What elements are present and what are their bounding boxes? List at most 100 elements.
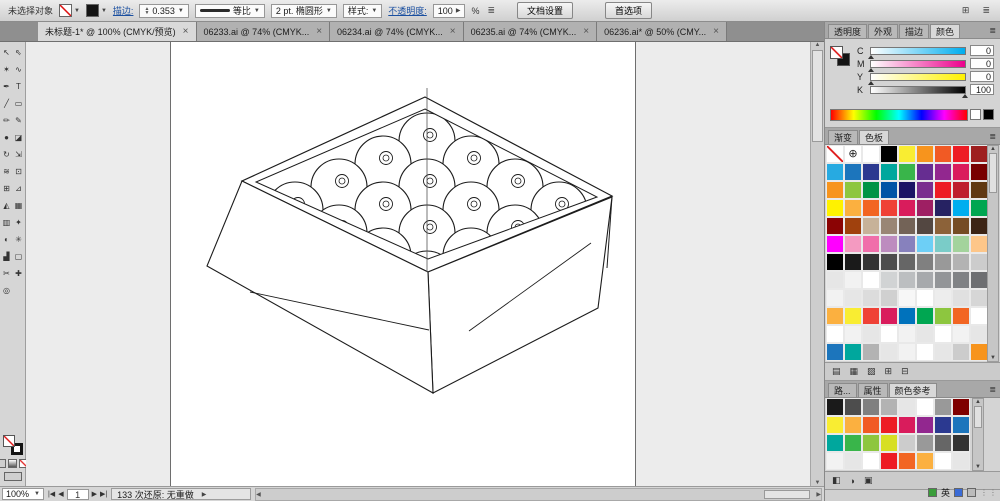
fill-chip[interactable] [3,435,15,447]
fill-stroke-chips[interactable] [3,435,23,455]
swatch[interactable] [898,145,916,163]
swatch[interactable] [826,163,844,181]
color-guide-swatch[interactable] [952,416,970,434]
color-guide-swatch[interactable] [844,452,862,470]
panel-menu-icon[interactable]: ≣ [989,132,996,141]
stroke-panel-link[interactable]: 描边: [113,4,134,17]
swatch[interactable] [862,217,880,235]
swatch[interactable] [898,307,916,325]
swatch[interactable] [970,307,988,325]
swatch[interactable] [826,289,844,307]
gradient-mode-icon[interactable] [8,459,17,468]
stroke-weight-field[interactable]: ▲▼ 0.353 ▼ [139,4,188,18]
swatch[interactable] [880,271,898,289]
swatch[interactable] [826,145,844,163]
panel-menu-icon[interactable]: ≣ [989,26,996,35]
swatch[interactable] [862,325,880,343]
channel-value-field[interactable]: 0 [970,45,994,56]
swatch[interactable] [880,235,898,253]
swatch[interactable] [826,343,844,361]
blob-brush-tool[interactable]: ● [1,129,13,146]
vertical-scrollbar[interactable]: ▲ ▼ [810,42,824,486]
swatch[interactable] [880,145,898,163]
color-guide-swatch[interactable] [844,416,862,434]
shape-builder-tool[interactable]: ⊞ [1,180,13,197]
pencil-tool[interactable]: ✎ [13,112,25,129]
ime-bar[interactable]: 英 ⋮⋮ [928,486,998,499]
preferences-button[interactable]: 首选项 [605,2,652,19]
document-tab[interactable]: 06236.ai* @ 50% (CMY...× [597,22,727,41]
swatch[interactable] [934,217,952,235]
swatch[interactable] [862,289,880,307]
swatch[interactable] [826,325,844,343]
stroke-color-dropdown[interactable]: ▼ [86,4,107,17]
swatch[interactable] [916,271,934,289]
select-similar-icon[interactable]: ≣ [485,5,497,16]
perspective-selection-tool[interactable]: ◭ [1,197,13,214]
swatch[interactable] [880,181,898,199]
swatch[interactable] [916,325,934,343]
swatch[interactable] [934,307,952,325]
next-artboard-button[interactable]: ▶ [92,490,97,498]
color-guide-swatch[interactable] [880,452,898,470]
swatch[interactable] [952,325,970,343]
swatch[interactable] [862,307,880,325]
color-guide-swatch[interactable] [880,398,898,416]
symbol-sprayer-tool[interactable]: ✳ [13,231,25,248]
swatch[interactable] [880,289,898,307]
panel-tab[interactable]: 属性 [858,383,888,397]
swatch[interactable] [844,307,862,325]
eraser-tool[interactable]: ◪ [13,129,25,146]
document-tab[interactable]: 未标题-1* @ 100% (CMYK/预览)× [38,22,197,41]
color-guide-swatch[interactable] [844,398,862,416]
swatch[interactable] [916,163,934,181]
ime-keyboard-icon[interactable] [954,488,963,497]
swatch[interactable] [970,271,988,289]
swatch[interactable]: ⊕ [844,145,862,163]
channel-slider[interactable] [870,60,966,68]
color-guide-swatch[interactable] [916,416,934,434]
color-guide-swatch[interactable] [862,416,880,434]
swatch[interactable] [952,307,970,325]
color-guide-swatch[interactable] [844,434,862,452]
panel-tab[interactable]: 路... [828,383,857,397]
scroll-down-icon[interactable]: ▼ [990,355,996,361]
swatch[interactable] [952,289,970,307]
swatch[interactable] [970,289,988,307]
swatch[interactable] [970,145,988,163]
color-guide-swatch[interactable] [862,434,880,452]
swatch[interactable] [862,343,880,361]
horizontal-scrollbar[interactable]: ◀ ▶ [255,488,822,501]
selection-tool[interactable]: ↖ [1,44,13,61]
save-group-button[interactable]: ▣ [864,475,873,486]
close-icon[interactable]: × [316,27,322,36]
zoom-level-select[interactable]: 100% ▼ [2,488,44,500]
swatch[interactable] [844,181,862,199]
swatch[interactable] [916,289,934,307]
workspace-icon[interactable]: ⊞ [960,5,972,16]
panel-tab[interactable]: 色板 [859,130,889,144]
swatch[interactable] [934,163,952,181]
swatch[interactable] [934,199,952,217]
color-mode-icon[interactable] [0,459,6,468]
stroke-weight-stepper[interactable]: ▲▼ [144,7,149,15]
gradient-tool[interactable]: ▥ [1,214,13,231]
swatch[interactable] [898,271,916,289]
swatch[interactable] [880,217,898,235]
color-guide-scrollbar-thumb[interactable] [974,406,982,428]
scroll-up-icon[interactable]: ▲ [990,146,996,152]
swatch[interactable] [898,253,916,271]
color-guide-swatch[interactable] [916,434,934,452]
swatch[interactable] [970,199,988,217]
swatch[interactable] [916,199,934,217]
swatch[interactable] [898,199,916,217]
type-tool[interactable]: T [13,78,25,95]
mesh-tool[interactable]: ▦ [13,197,25,214]
swatch[interactable] [970,181,988,199]
swatch[interactable] [916,181,934,199]
swatch[interactable] [862,145,880,163]
swatch[interactable] [952,271,970,289]
swatch[interactable] [916,307,934,325]
rotate-tool[interactable]: ↻ [1,146,13,163]
swatch[interactable] [970,325,988,343]
